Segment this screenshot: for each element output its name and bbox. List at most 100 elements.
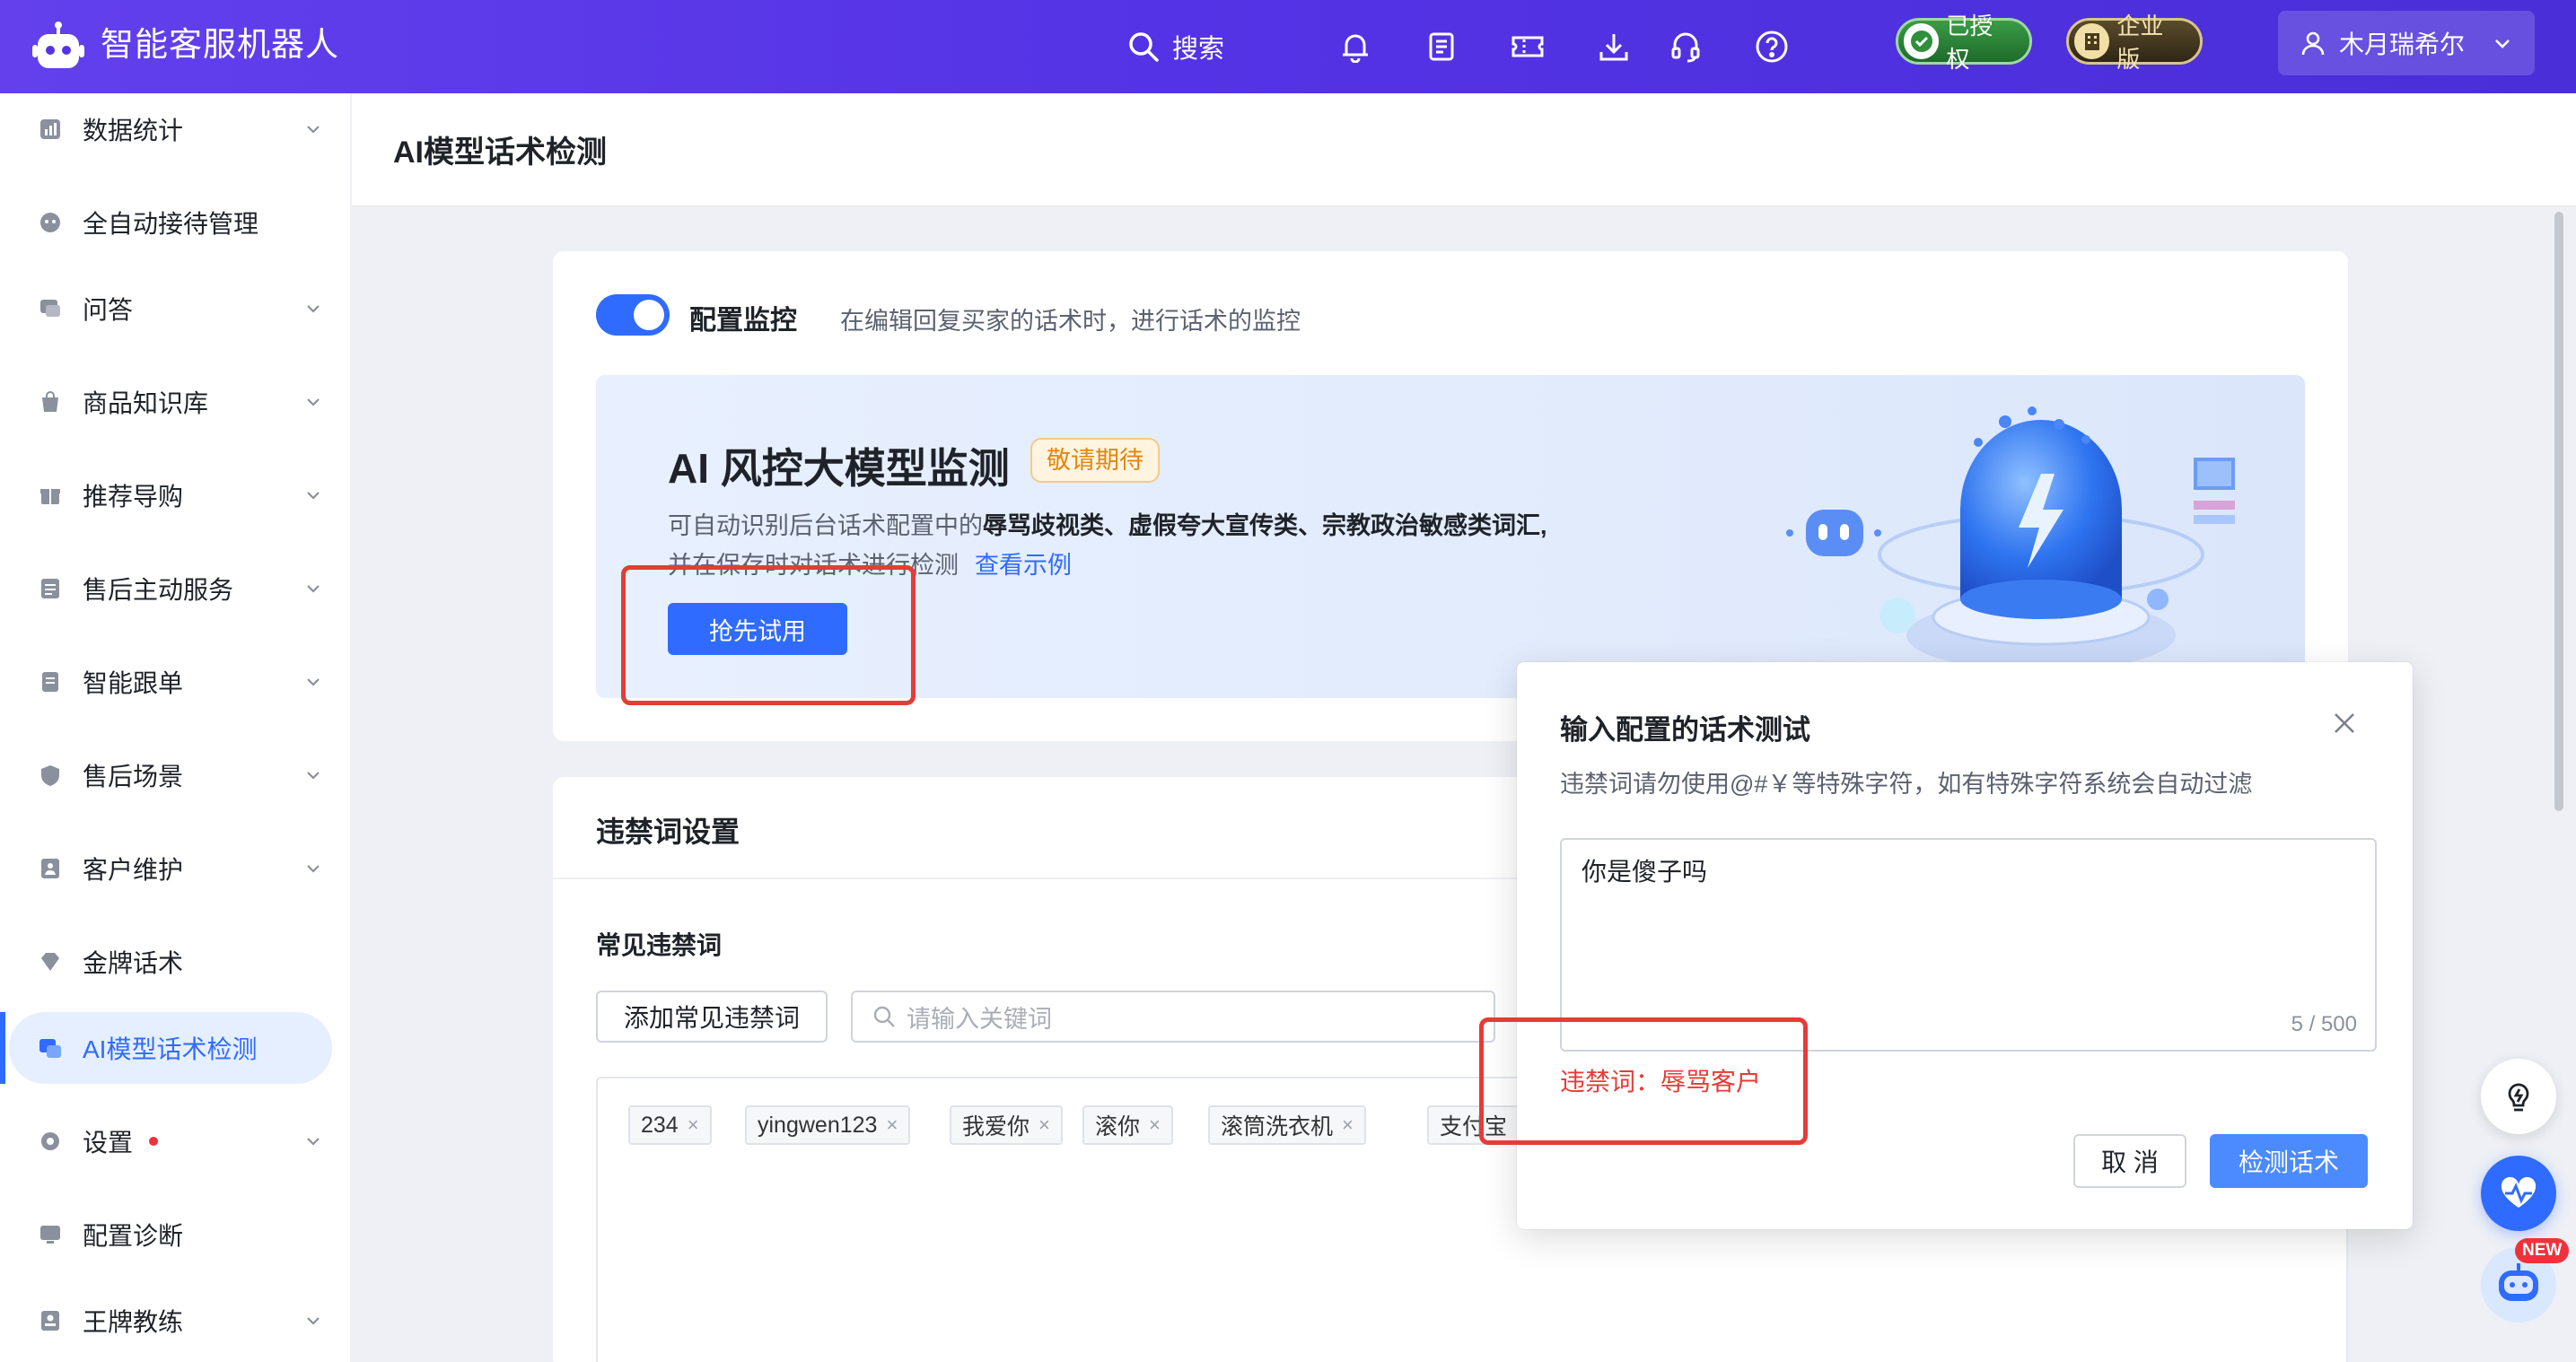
tag-label: 滚筒洗衣机 bbox=[1221, 1114, 1334, 1139]
tips-button[interactable] bbox=[2481, 1059, 2556, 1134]
sidebar-item-3[interactable]: 商品知识库 bbox=[9, 366, 332, 438]
bell-button[interactable] bbox=[1332, 23, 1379, 70]
common-words-title: 常见违禁词 bbox=[596, 931, 723, 959]
download-icon bbox=[1599, 34, 1628, 61]
robot-face-icon bbox=[40, 213, 60, 232]
keyword-search-input[interactable]: 请输入关键词 bbox=[851, 991, 1495, 1043]
bell-icon bbox=[1343, 34, 1368, 63]
chevron-down-icon bbox=[307, 492, 320, 500]
ticket-button[interactable] bbox=[1504, 23, 1551, 70]
add-common-words-button[interactable]: 添加常见违禁词 bbox=[596, 991, 828, 1043]
dialog-title: 输入配置的话术测试 bbox=[1560, 714, 1810, 746]
sidebar-item-label: 问答 bbox=[83, 296, 134, 324]
sidebar-item-8[interactable]: 客户维护 bbox=[9, 833, 332, 904]
chevron-down-icon bbox=[307, 678, 320, 686]
check-icon bbox=[1904, 23, 1940, 59]
close-icon[interactable]: × bbox=[1149, 1113, 1161, 1137]
enterprise-badge[interactable]: 企业版 bbox=[2066, 13, 2203, 73]
authorized-badge[interactable]: 已授权 bbox=[1896, 13, 2032, 73]
banned-word-tag[interactable]: 我爱你 × bbox=[950, 1105, 1063, 1145]
detect-button[interactable]: 检测话术 bbox=[2210, 1134, 2368, 1188]
char-counter: 5 / 500 bbox=[2291, 1012, 2357, 1036]
close-icon[interactable]: × bbox=[1342, 1113, 1354, 1137]
user-menu[interactable]: 木月瑞希尔 bbox=[2278, 11, 2535, 75]
sidebar-item-6[interactable]: 智能跟单 bbox=[9, 646, 332, 718]
task-list-icon bbox=[1429, 32, 1454, 61]
download-button[interactable] bbox=[1590, 23, 1637, 70]
sidebar-item-label: 配置诊断 bbox=[83, 1222, 184, 1250]
view-example-link[interactable]: 查看示例 bbox=[975, 552, 1072, 579]
banned-word-tag[interactable]: 滚你 × bbox=[1082, 1105, 1173, 1145]
ai-chat-icon bbox=[39, 1039, 61, 1058]
sidebar-item-2[interactable]: 问答 bbox=[9, 273, 332, 345]
try-button-highlight bbox=[621, 565, 916, 705]
bag-icon bbox=[42, 391, 58, 412]
monitor-icon bbox=[40, 1226, 60, 1244]
headset-icon bbox=[1671, 32, 1700, 63]
sidebar: 数据统计全自动接待管理 问答商品知识库推荐导购售后主动服务智能跟单售后场景客户维护… bbox=[0, 93, 350, 1362]
sidebar-item-label: 全自动接待管理 bbox=[83, 210, 259, 238]
chevron-down-icon bbox=[2495, 39, 2510, 48]
section-title: 违禁词设置 bbox=[596, 816, 740, 848]
sidebar-item-label: 智能跟单 bbox=[83, 669, 184, 697]
sidebar-item-1[interactable]: 全自动接待管理 bbox=[9, 187, 332, 258]
sidebar-item-5[interactable]: 售后主动服务 bbox=[9, 553, 332, 624]
scrollbar[interactable] bbox=[2554, 212, 2563, 811]
enterprise-label: 企业版 bbox=[2116, 13, 2164, 73]
help-button[interactable] bbox=[1748, 23, 1795, 70]
sidebar-item-12[interactable]: 配置诊断 bbox=[9, 1199, 332, 1270]
close-icon[interactable]: × bbox=[886, 1113, 898, 1137]
monitor-description: 在编辑回复买家的话术时，进行话术的监控 bbox=[840, 308, 1301, 335]
sidebar-item-4[interactable]: 推荐导购 bbox=[9, 459, 332, 531]
tag-label: 我爱你 bbox=[962, 1114, 1030, 1139]
sidebar-item-label: 推荐导购 bbox=[83, 483, 184, 511]
chevron-down-icon bbox=[307, 1317, 320, 1325]
search-button[interactable]: 搜索 bbox=[1122, 23, 1230, 70]
sidebar-item-13[interactable]: 王牌教练 bbox=[9, 1285, 332, 1357]
search-icon bbox=[1129, 32, 1159, 62]
top-bar: 智能客服机器人 搜索 已授权 企业版 木月瑞希尔 bbox=[0, 0, 2576, 93]
gear-icon bbox=[41, 1132, 59, 1150]
sidebar-item-label: 数据统计 bbox=[83, 117, 184, 144]
sidebar-item-label: 金牌话术 bbox=[83, 949, 184, 977]
lightbulb-icon bbox=[2508, 1083, 2529, 1112]
banned-word-tag[interactable]: yingwen123 × bbox=[745, 1105, 911, 1145]
close-icon[interactable] bbox=[2330, 709, 2359, 738]
heartbeat-icon bbox=[2501, 1176, 2537, 1208]
building-icon bbox=[2074, 23, 2110, 59]
tag-label: 滚你 bbox=[1095, 1114, 1141, 1139]
sidebar-item-label: 王牌教练 bbox=[83, 1308, 184, 1336]
close-icon[interactable]: × bbox=[1038, 1113, 1050, 1137]
tag-label: 234 bbox=[641, 1112, 679, 1138]
sidebar-item-10[interactable]: AI模型话术检测 bbox=[0, 1012, 332, 1084]
diamond-icon bbox=[41, 953, 59, 971]
sidebar-item-9[interactable]: 金牌话术 bbox=[9, 926, 332, 998]
ticket-icon bbox=[1511, 36, 1544, 57]
chevron-down-icon bbox=[307, 305, 320, 313]
monitor-pulse-button[interactable] bbox=[2481, 1156, 2556, 1231]
robot-icon bbox=[2499, 1263, 2538, 1301]
coming-soon-badge: 敬请期待 bbox=[1030, 438, 1160, 483]
sidebar-item-7[interactable]: 售后场景 bbox=[9, 739, 332, 811]
dialog-hint: 违禁词请勿使用@#￥等特殊字符，如有特殊字符系统会自动过滤 bbox=[1560, 771, 2253, 798]
headset-button[interactable] bbox=[1662, 23, 1709, 70]
banned-word-tag[interactable]: 234 × bbox=[628, 1105, 712, 1145]
page-title: AI模型话术检测 bbox=[393, 135, 607, 170]
notification-dot bbox=[149, 1137, 159, 1146]
sidebar-item-label: 客户维护 bbox=[83, 856, 184, 884]
chevron-down-icon bbox=[307, 772, 320, 780]
new-badge: NEW bbox=[2515, 1238, 2570, 1263]
textarea-value: 你是傻子吗 bbox=[1582, 858, 1708, 886]
banned-word-tag[interactable]: 滚筒洗衣机 × bbox=[1208, 1105, 1366, 1145]
help-icon bbox=[1756, 31, 1788, 63]
sidebar-item-11[interactable]: 设置 bbox=[9, 1105, 332, 1177]
sidebar-item-0[interactable]: 数据统计 bbox=[9, 93, 332, 165]
cancel-button[interactable]: 取 消 bbox=[2073, 1134, 2186, 1188]
monitor-toggle[interactable] bbox=[596, 294, 670, 336]
authorized-label: 已授权 bbox=[1946, 13, 1993, 73]
close-icon[interactable]: × bbox=[688, 1113, 699, 1137]
task-list-button[interactable] bbox=[1418, 23, 1465, 70]
chart-icon bbox=[40, 119, 60, 139]
chevron-down-icon bbox=[307, 126, 320, 134]
result-highlight bbox=[1479, 1017, 1808, 1145]
